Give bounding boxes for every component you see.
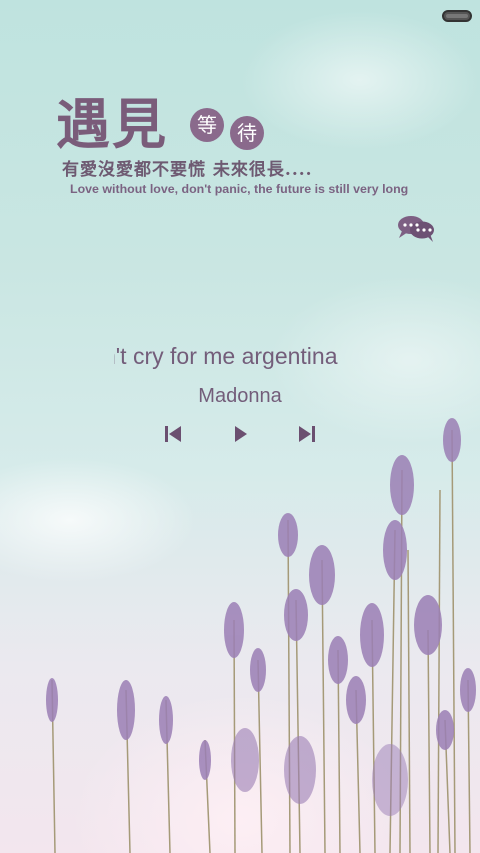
tagline-english: Love without love, don't panic, the futu… xyxy=(70,182,409,196)
battery-icon xyxy=(442,10,472,22)
lavender-illustration xyxy=(46,418,476,853)
song-title: n't cry for me argentina xyxy=(114,343,338,369)
tagline-chinese: 有愛沒愛都不要慌 未來很長.... xyxy=(62,160,313,180)
lavender-blooms xyxy=(46,418,476,816)
seal-character: 待 xyxy=(230,116,264,150)
song-title-marquee: n't cry for me argentina xyxy=(114,343,366,370)
page-title: 遇見 xyxy=(56,92,168,156)
chat-bubbles-icon[interactable] xyxy=(396,213,436,243)
seal-character: 等 xyxy=(190,108,224,142)
